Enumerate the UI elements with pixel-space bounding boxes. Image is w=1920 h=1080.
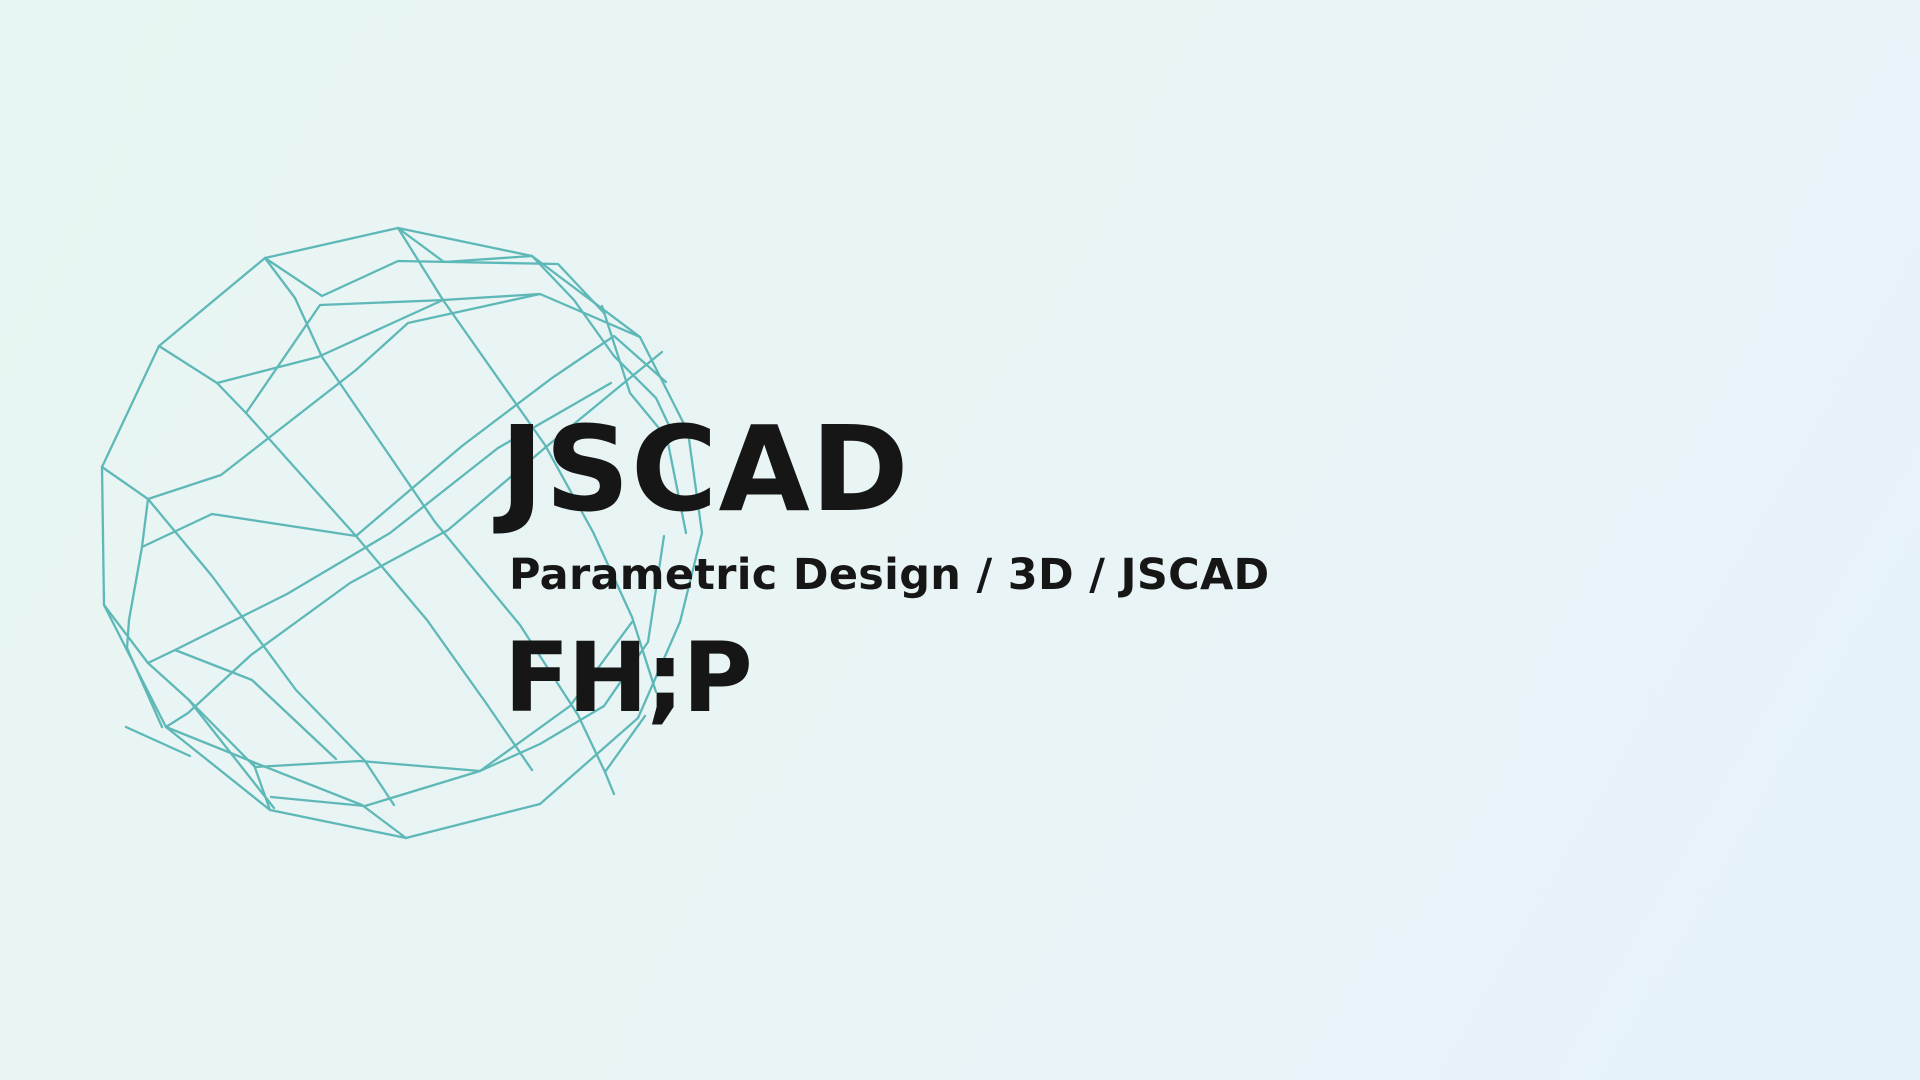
brand-logo: FH;P xyxy=(504,622,753,734)
wireframe-sphere-graphic xyxy=(100,226,704,840)
page-subtitle: Parametric Design / 3D / JSCAD xyxy=(509,550,1270,600)
page-title: JSCAD xyxy=(500,400,910,538)
